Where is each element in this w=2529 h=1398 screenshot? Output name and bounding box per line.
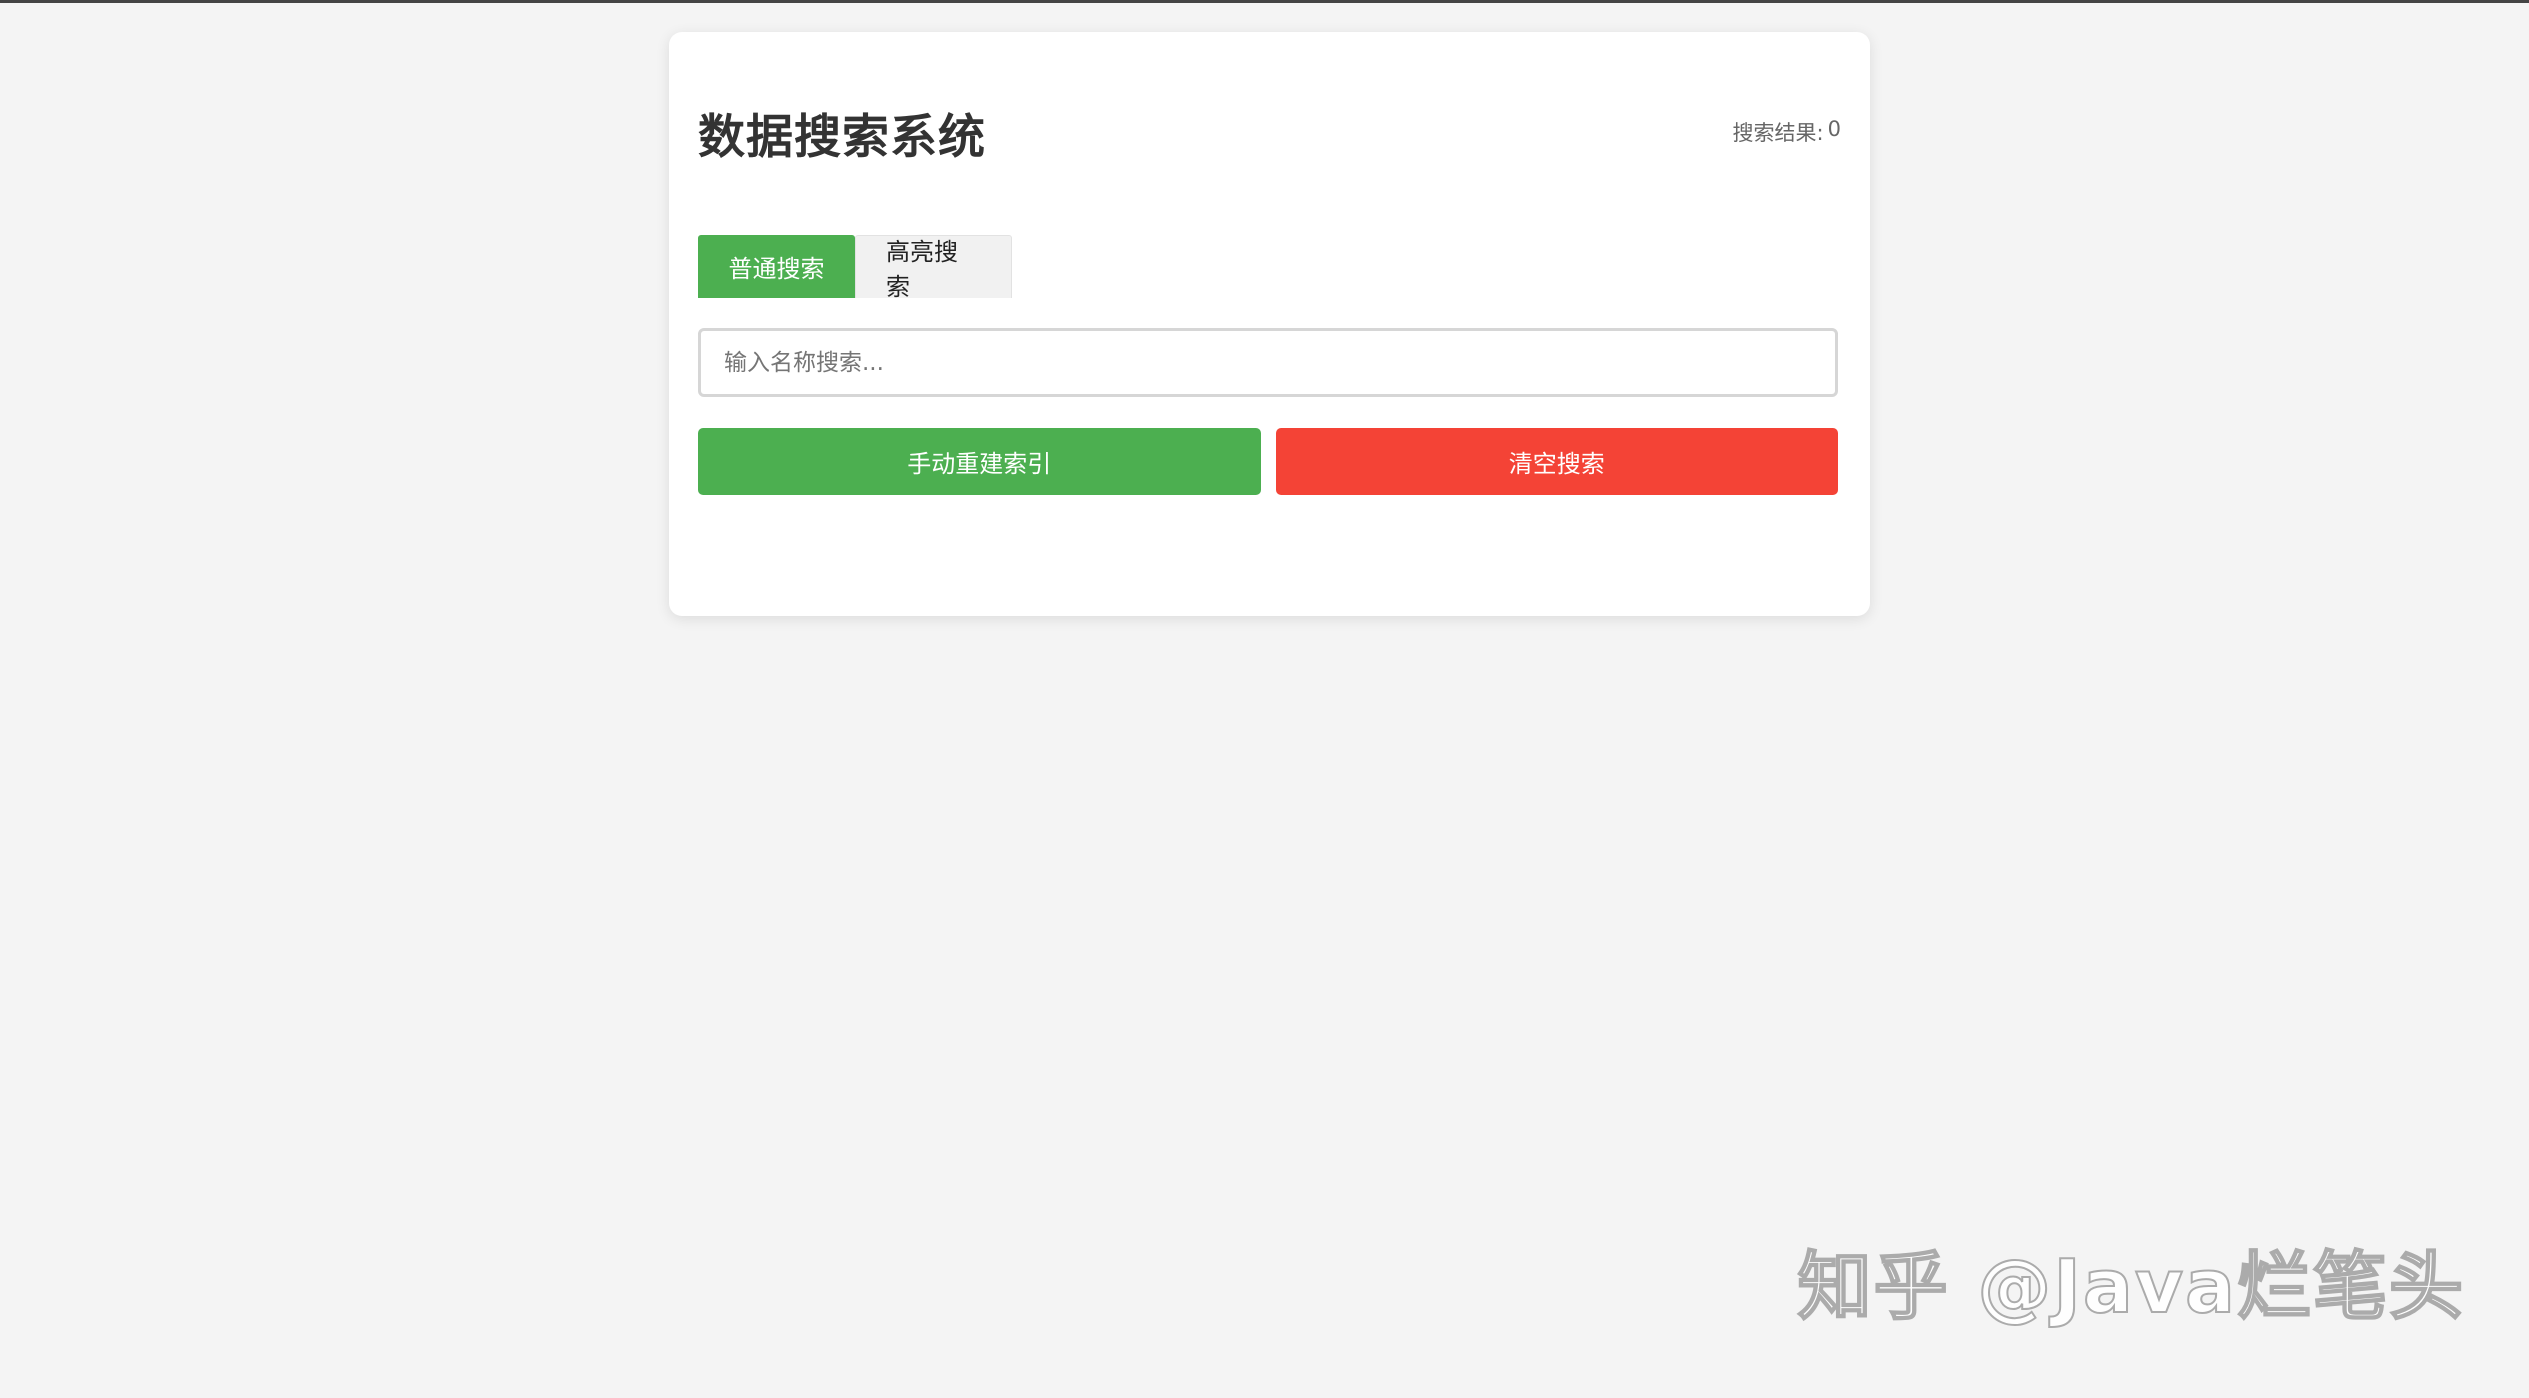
tab-normal-search[interactable]: 普通搜索 <box>698 235 855 298</box>
panel-header: 数据搜索系统 搜索结果: 0 <box>698 97 1841 167</box>
result-count: 搜索结果: 0 <box>1733 117 1841 147</box>
page-title: 数据搜索系统 <box>698 109 986 165</box>
top-rule <box>0 0 2529 3</box>
watermark: 知乎 @Java烂笔头 <box>1797 1243 2465 1331</box>
result-count-label: 搜索结果: <box>1732 121 1824 145</box>
action-buttons: 手动重建索引 清空搜索 <box>698 428 1838 495</box>
search-input[interactable] <box>698 328 1838 397</box>
result-count-value: 0 <box>1827 117 1841 141</box>
tab-highlight-search[interactable]: 高亮搜索 <box>855 235 1012 301</box>
rebuild-index-button[interactable]: 手动重建索引 <box>698 428 1261 495</box>
clear-search-button[interactable]: 清空搜索 <box>1275 428 1838 495</box>
search-mode-tabs: 普通搜索 高亮搜索 <box>698 235 1012 301</box>
search-panel: 数据搜索系统 搜索结果: 0 普通搜索 高亮搜索 手动重建索引 清空搜索 <box>669 32 1870 616</box>
